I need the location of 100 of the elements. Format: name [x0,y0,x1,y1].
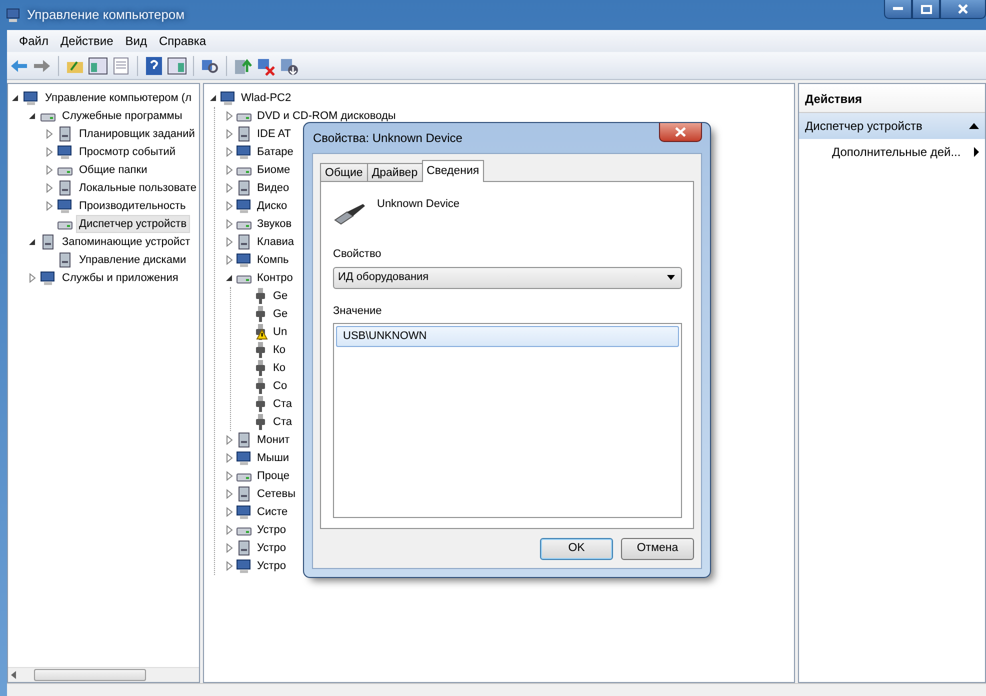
tab[interactable]: Общие [320,163,368,182]
tree-item[interactable]: Производительность [76,197,189,215]
tree-item[interactable]: Диско [254,197,290,215]
collapsed-arrow-icon[interactable] [224,525,234,535]
tree-item[interactable]: Устро [254,521,290,539]
tab[interactable]: Сведения [422,160,484,182]
actions-section[interactable]: Диспетчер устройств [799,113,985,139]
tree-item[interactable]: Видео [254,179,292,197]
device-name: Unknown Device [377,197,460,212]
dialog-close-button[interactable] [659,123,702,142]
dialog-button[interactable]: Отмена [621,538,694,560]
tree-item[interactable]: Со [270,377,290,395]
collapsed-arrow-icon[interactable] [224,435,234,445]
collapsed-arrow-icon[interactable] [224,183,234,193]
tree-item[interactable]: Службы и приложения [59,269,182,287]
expanded-arrow-icon[interactable] [10,93,20,103]
device-icon [236,126,252,142]
tree-item[interactable]: Устро [254,539,290,557]
dialog-button[interactable]: OK [540,538,613,560]
more-actions-item[interactable]: Дополнительные дей... [799,139,985,165]
minimize-button[interactable] [884,0,912,19]
value-list[interactable]: USB\UNKNOWN [333,323,682,518]
tree-item[interactable]: Запоминающие устройст [59,233,194,251]
collapsed-arrow-icon[interactable] [44,165,54,175]
tree-item[interactable]: Диспетчер устройств [76,215,190,233]
tree-item[interactable]: Систе [254,503,291,521]
collapsed-arrow-icon[interactable] [224,219,234,229]
collapsed-arrow-icon[interactable] [224,255,234,265]
collapsed-arrow-icon[interactable] [44,147,54,157]
collapsed-arrow-icon[interactable] [27,273,37,283]
tree-item[interactable]: Монит [254,431,293,449]
tree-item[interactable]: Сетевы [254,485,298,503]
tree-item[interactable]: DVD и CD-ROM дисководы [254,107,399,125]
property-label: Свойство [333,247,382,262]
tree-item[interactable]: Wlad-PC2 [238,89,294,107]
tree-item[interactable]: Устро [254,557,290,575]
property-dropdown[interactable]: ИД оборудования [333,266,682,288]
collapsed-arrow-icon[interactable] [224,111,234,121]
collapsed-arrow-icon[interactable] [224,489,234,499]
device-icon [57,126,73,142]
tree-item[interactable]: Управление дисками [76,251,190,269]
pane-icon[interactable] [167,56,187,76]
tree-item[interactable]: Ge [270,287,291,305]
expanded-arrow-icon[interactable] [27,237,37,247]
tree-item[interactable]: Клавиа [254,233,298,251]
collapsed-arrow-icon[interactable] [224,543,234,553]
collapsed-arrow-icon[interactable] [224,561,234,571]
dropdown-arrow-icon [667,275,675,280]
collapsed-arrow-icon[interactable] [44,183,54,193]
window-title: Управление компьютером [27,6,185,24]
tree-item[interactable]: Ко [270,341,289,359]
tree-item[interactable]: Контро [254,269,296,287]
scroll-left-icon[interactable] [10,671,18,679]
close-button[interactable] [940,0,986,19]
collapsed-arrow-icon[interactable] [44,129,54,139]
menu-item[interactable]: Справка [153,32,212,50]
value-label: Значение [333,304,383,318]
collapsed-arrow-icon[interactable] [224,237,234,247]
tree-item[interactable]: Батаре [254,143,296,161]
collapsed-arrow-icon[interactable] [224,129,234,139]
collapsed-arrow-icon[interactable] [224,507,234,517]
tree-item[interactable]: Просмотр событий [76,143,179,161]
tree-item[interactable]: Проце [254,467,292,485]
scrollbar-thumb[interactable] [34,669,146,681]
menu-item[interactable]: Файл [13,32,55,50]
expanded-arrow-icon[interactable] [208,93,218,103]
tree-item[interactable]: Локальные пользовате [76,179,199,197]
expanded-arrow-icon[interactable] [27,111,37,121]
help-icon[interactable] [144,56,164,76]
collapsed-arrow-icon[interactable] [224,453,234,463]
expanded-arrow-icon[interactable] [224,273,234,283]
list-icon[interactable] [111,56,131,76]
tree-item[interactable]: Мыши [254,449,292,467]
tree-item[interactable]: Компь [254,251,292,269]
collapsed-arrow-icon[interactable] [224,201,234,211]
tree-item[interactable]: Ста [270,413,295,431]
tree-item[interactable]: Un [270,323,290,341]
device-icon [236,486,252,502]
tree-item[interactable]: Планировщик заданий [76,125,198,143]
device-icon [57,180,73,196]
tab[interactable]: Драйвер [366,163,423,182]
collapsed-arrow-icon[interactable] [224,147,234,157]
collapsed-arrow-icon[interactable] [224,165,234,175]
tree-item[interactable]: Служебные программы [59,107,186,125]
tree-item[interactable]: Общие папки [76,161,150,179]
collapsed-arrow-icon[interactable] [44,201,54,211]
menu-item[interactable]: Действие [54,32,120,50]
maximize-button[interactable] [912,0,940,19]
tree-item[interactable]: IDE AT [254,125,294,143]
tree-item[interactable]: Биоме [254,161,294,179]
tree-item[interactable]: Звуков [254,215,295,233]
tree-item[interactable]: Ста [270,395,295,413]
list-row[interactable]: USB\UNKNOWN [336,326,679,346]
tree-item[interactable]: Ко [270,359,289,377]
menu-item[interactable]: Вид [119,32,153,50]
tree-item[interactable]: Управление компьютером (л [42,89,194,107]
tree-item[interactable]: Ge [270,305,291,323]
pane-icon[interactable] [88,56,108,76]
collapsed-arrow-icon[interactable] [224,471,234,481]
device-icon [236,252,252,268]
